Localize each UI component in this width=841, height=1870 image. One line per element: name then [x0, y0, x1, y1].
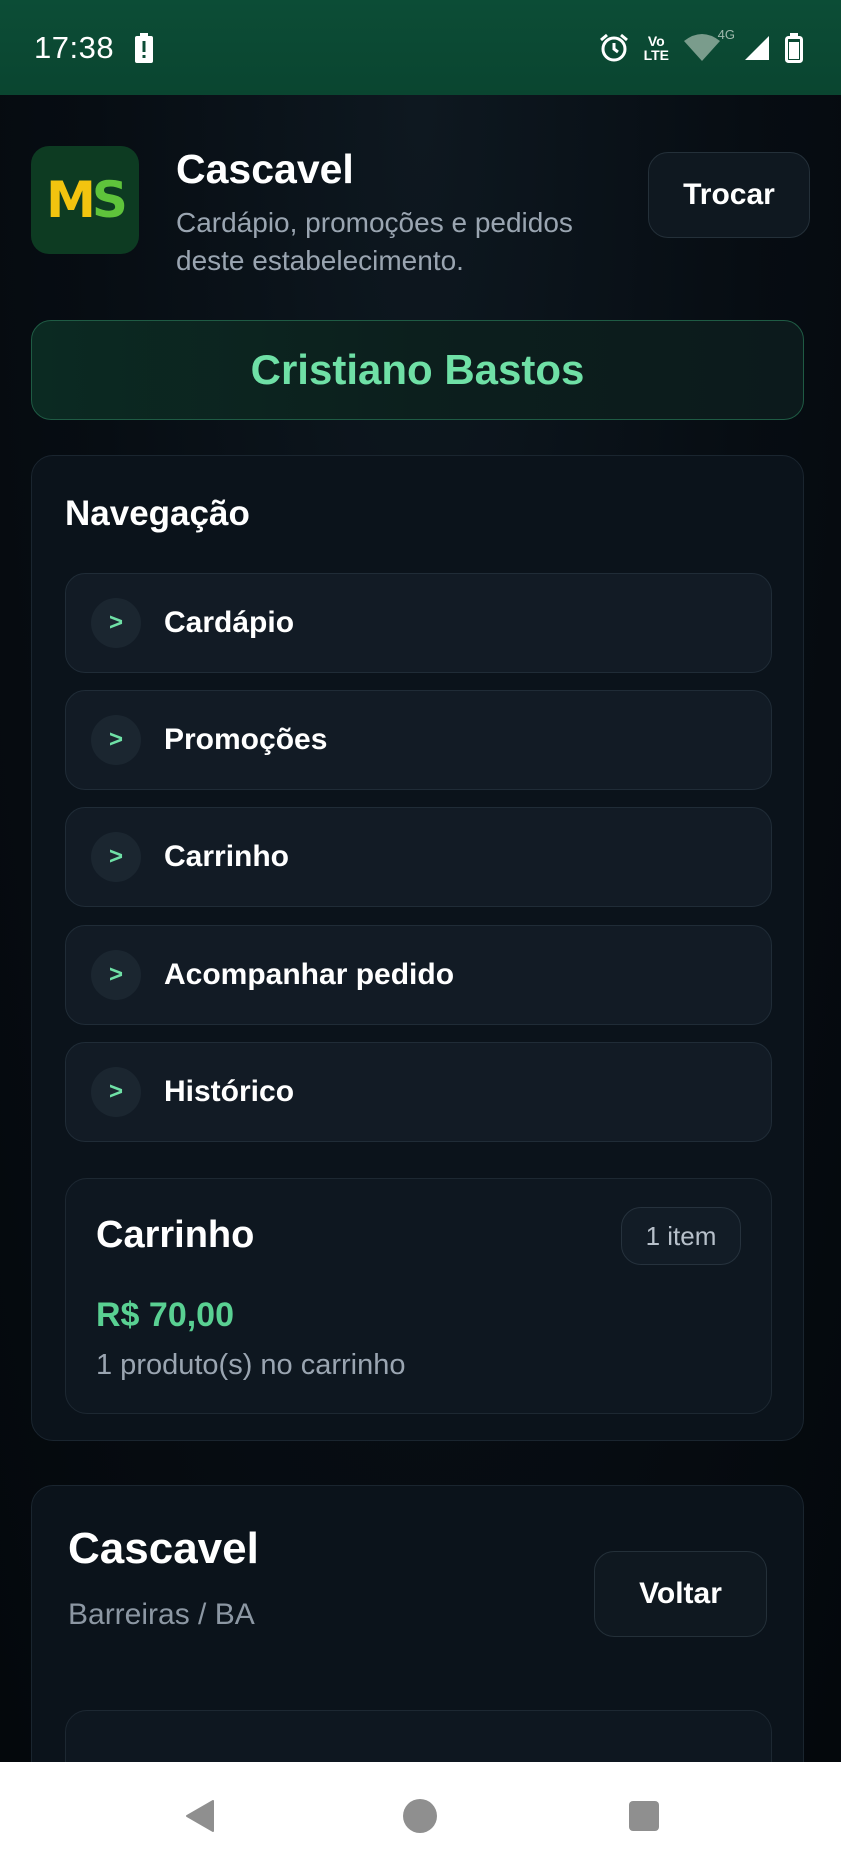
chevron-right-icon: > [91, 950, 141, 1000]
user-banner: Cristiano Bastos [31, 320, 804, 420]
nav-item-label: Acompanhar pedido [164, 958, 455, 991]
navigation-card: Navegação > Cardápio > Promoções > Carri… [31, 455, 804, 1441]
nav-item-cardapio[interactable]: > Cardápio [65, 573, 772, 673]
alarm-icon [598, 32, 630, 64]
nav-item-historico[interactable]: > Histórico [65, 1042, 772, 1142]
location-card: Cascavel Barreiras / BA Voltar [31, 1485, 804, 1762]
chevron-right-icon: > [91, 832, 141, 882]
location-title: Cascavel [68, 1524, 259, 1573]
app-screen[interactable]: MS Cascavel Cardápio, promoções e pedido… [0, 95, 841, 1762]
nav-item-promocoes[interactable]: > Promoções [65, 690, 772, 790]
nav-item-acompanhar-pedido[interactable]: > Acompanhar pedido [65, 925, 772, 1025]
store-logo: MS [31, 146, 139, 254]
back-nav-icon[interactable] [170, 1762, 230, 1870]
back-button[interactable]: Voltar [594, 1551, 767, 1637]
cart-total: R$ 70,00 [96, 1296, 234, 1334]
volte-bottom-label: LTE [643, 46, 669, 63]
volte-icon: Vo LTE [644, 34, 669, 62]
chevron-right-icon: > [91, 598, 141, 648]
signal-icon [743, 34, 771, 62]
cart-title: Carrinho [96, 1214, 255, 1256]
store-name: Cascavel [176, 146, 354, 192]
store-description: Cardápio, promoções e pedidos deste esta… [176, 207, 573, 276]
navigation-title: Navegação [65, 494, 250, 533]
battery-icon [785, 32, 803, 63]
switch-store-button[interactable]: Trocar [648, 152, 810, 238]
chevron-right-icon: > [91, 1067, 141, 1117]
logo-letter-s: S [91, 171, 128, 229]
cart-summary-card[interactable]: Carrinho 1 item R$ 70,00 1 produto(s) no… [65, 1178, 772, 1414]
chevron-right-icon: > [91, 715, 141, 765]
recents-nav-icon[interactable] [614, 1762, 674, 1870]
nav-item-label: Carrinho [164, 840, 290, 873]
nav-item-carrinho[interactable]: > Carrinho [65, 807, 772, 907]
home-nav-icon[interactable] [390, 1762, 450, 1870]
network-type-label: 4G [717, 26, 735, 42]
volte-top-label: Vo [647, 32, 665, 49]
location-subtitle: Barreiras / BA [68, 1598, 255, 1631]
nav-item-label: Promoções [164, 723, 328, 756]
store-header: MS Cascavel Cardápio, promoções e pedido… [31, 146, 810, 286]
battery-alert-icon [134, 32, 154, 63]
wifi-icon: 4G [683, 27, 735, 63]
clock: 17:38 [34, 29, 115, 65]
nav-item-label: Cardápio [164, 606, 295, 639]
status-bar: 17:38 Vo LTE 4G [0, 0, 841, 95]
system-nav-bar [0, 1762, 841, 1870]
cart-summary-text: 1 produto(s) no carrinho [96, 1349, 406, 1381]
user-name: Cristiano Bastos [250, 346, 585, 393]
status-right: Vo LTE 4G [598, 27, 803, 64]
location-inner-card [65, 1710, 772, 1762]
nav-item-label: Histórico [164, 1075, 295, 1108]
status-left: 17:38 [34, 30, 154, 66]
logo-letter-m: M [46, 171, 96, 229]
cart-count-badge: 1 item [621, 1207, 741, 1265]
